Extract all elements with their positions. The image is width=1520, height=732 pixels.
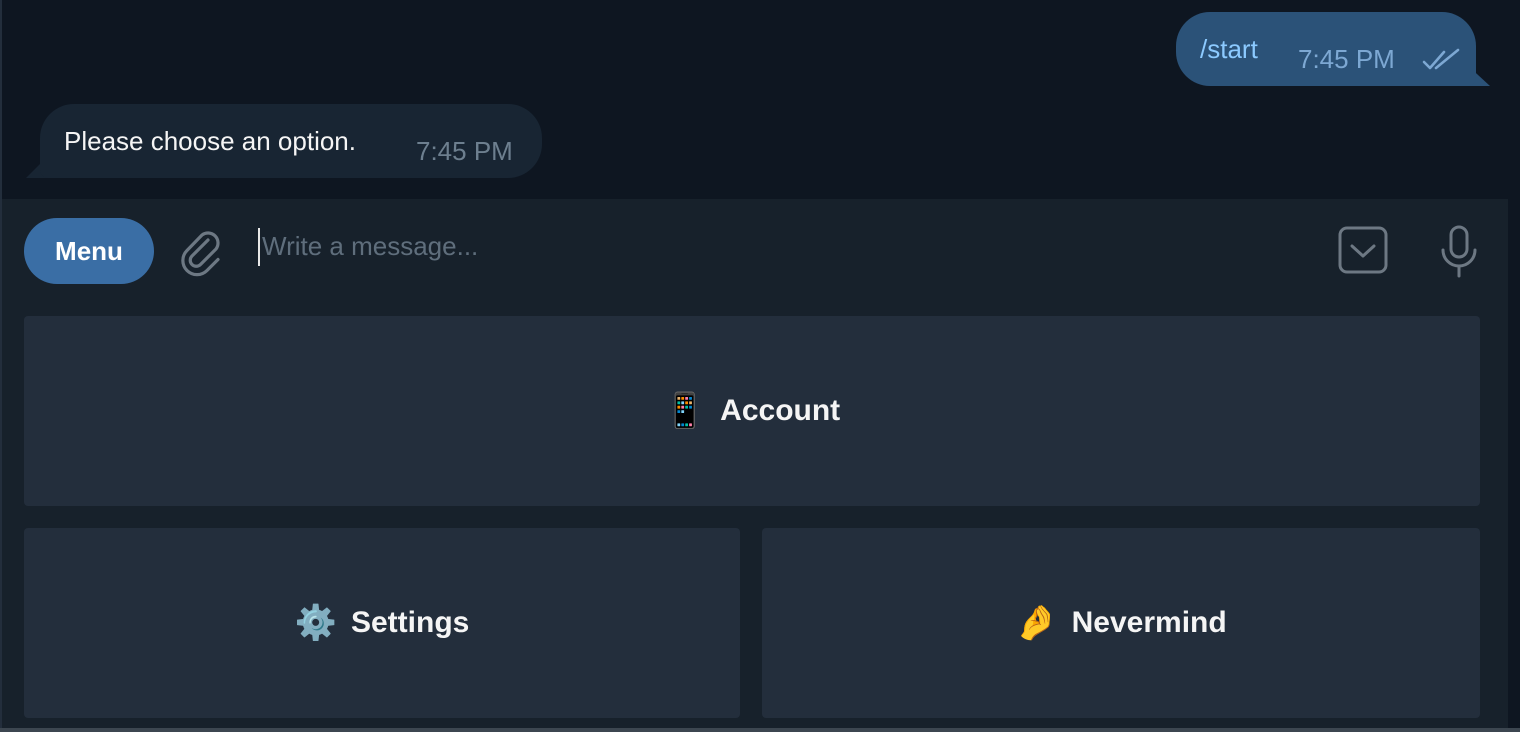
- paperclip-icon[interactable]: [178, 226, 226, 278]
- outgoing-message-time: 7:45 PM: [1298, 44, 1395, 74]
- double-check-icon: [1422, 48, 1460, 70]
- outgoing-message-text[interactable]: /start: [1200, 34, 1258, 65]
- window-bottom-edge: [0, 728, 1520, 732]
- text-caret: [258, 228, 260, 266]
- keyboard-button-settings[interactable]: ⚙️ Settings: [24, 528, 740, 718]
- menu-button[interactable]: Menu: [24, 218, 154, 284]
- keyboard-button-account[interactable]: 📱 Account: [24, 316, 1480, 506]
- microphone-icon[interactable]: [1436, 224, 1482, 280]
- incoming-message-text[interactable]: Please choose an option.: [64, 126, 356, 157]
- mobile-phone-icon: 📱: [663, 392, 707, 430]
- incoming-message-time: 7:45 PM: [416, 136, 513, 166]
- message-input[interactable]: [262, 224, 1302, 268]
- keyboard-button-nevermind[interactable]: 🤌 Nevermind: [762, 528, 1480, 718]
- incoming-message-bubble[interactable]: Please choose an option. 7:45 PM: [40, 104, 542, 178]
- keyboard-button-label: Nevermind: [1071, 606, 1227, 639]
- keyboard-button-label: Settings: [350, 606, 470, 639]
- keyboard-button-label: Account: [720, 394, 841, 427]
- scrollbar-track[interactable]: [1508, 0, 1520, 732]
- outgoing-message-bubble[interactable]: /start 7:45 PM: [1176, 12, 1476, 86]
- composer-bar: Menu: [2, 200, 1508, 304]
- message-history[interactable]: /start 7:45 PM Please choose an option. …: [2, 0, 1508, 199]
- pinched-fingers-icon: 🤌: [1015, 604, 1058, 642]
- chat-window: /start 7:45 PM Please choose an option. …: [0, 0, 1520, 732]
- gear-icon: ⚙️: [294, 604, 337, 642]
- bot-keyboard-icon[interactable]: [1336, 224, 1390, 276]
